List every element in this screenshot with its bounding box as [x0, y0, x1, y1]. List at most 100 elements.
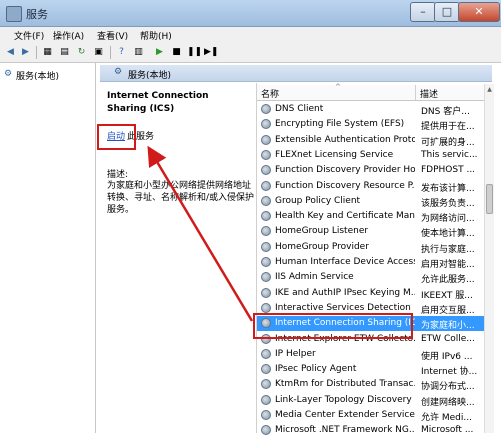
- vertical-scrollbar[interactable]: ▲: [484, 84, 494, 433]
- title-bar: 服务 – □ ✕: [0, 0, 501, 27]
- console-tree: ⚙ 服务(本地): [0, 63, 96, 433]
- list-item[interactable]: HomeGroup Provider 执行与家庭...: [257, 240, 487, 255]
- column-header-description[interactable]: 描述: [420, 87, 438, 100]
- minimize-button[interactable]: –: [410, 2, 436, 22]
- service-name: Group Policy Client: [275, 195, 361, 206]
- services-node-icon: ⚙: [4, 69, 13, 79]
- service-gear-icon: [261, 364, 271, 375]
- service-gear-icon: [261, 180, 271, 191]
- column-divider[interactable]: [415, 85, 416, 100]
- pause-service-icon[interactable]: ❚❚: [187, 46, 202, 58]
- scrollbar-thumb[interactable]: [486, 184, 493, 214]
- scroll-up-arrow-icon[interactable]: ▲: [485, 86, 494, 93]
- column-header-name[interactable]: 名称: [261, 87, 279, 100]
- service-description-cell: DNS 客户...: [421, 107, 470, 117]
- list-item[interactable]: IPsec Policy Agent Internet 协...: [257, 362, 487, 377]
- services-list: ^ 名称 描述 DNS Client DNS 客户... Encrypting Fi…: [256, 83, 493, 436]
- service-name: HomeGroup Listener: [275, 226, 369, 237]
- service-gear-icon: [261, 134, 271, 145]
- list-item[interactable]: IKE and AuthIP IPsec Keying M... IKEEXT 服…: [257, 286, 487, 301]
- tree-node-services-local[interactable]: 服务(本地): [16, 69, 59, 82]
- service-description-cell: 为网络访问...: [421, 214, 475, 225]
- list-item[interactable]: Health Key and Certificate Man... 为网络访问..…: [257, 209, 487, 224]
- stop-service-icon[interactable]: ■: [170, 46, 183, 58]
- service-description-cell: 为家庭和小...: [421, 321, 475, 332]
- services-header-icon: ⚙: [114, 67, 123, 77]
- service-name: Function Discovery Resource P...: [275, 180, 415, 191]
- service-description-cell: 启用对智能...: [421, 260, 475, 270]
- service-description: 为家庭和小型办公网络提供网络地址转换、寻址、名称解析和/或入侵保护服务。: [107, 181, 255, 215]
- window-title: 服务: [26, 8, 48, 21]
- list-item[interactable]: Group Policy Client 该服务负责...: [257, 194, 487, 209]
- export-list-icon[interactable]: ▤: [58, 46, 71, 58]
- list-item[interactable]: Function Discovery Resource P... 发布该计算...: [257, 179, 487, 194]
- service-description-cell: 发布该计算...: [421, 183, 475, 194]
- service-description-cell: 创建网络映...: [421, 397, 475, 408]
- menu-view[interactable]: 查看(V): [97, 29, 128, 42]
- back-arrow-icon[interactable]: ◀: [4, 46, 17, 58]
- list-item[interactable]: KtmRm for Distributed Transac... 协调分布式...: [257, 377, 487, 392]
- help-icon[interactable]: ?: [115, 46, 128, 58]
- service-description-cell: 允许此服务...: [421, 275, 475, 286]
- services-app-icon: [6, 6, 22, 22]
- list-item[interactable]: IP Helper 使用 IPv6 ...: [257, 347, 487, 362]
- list-item[interactable]: FLEXnet Licensing Service This servic...: [257, 148, 487, 163]
- list-item[interactable]: DNS Client DNS 客户...: [257, 102, 487, 117]
- service-name: Interactive Services Detection: [275, 302, 411, 313]
- close-button[interactable]: ✕: [458, 2, 500, 22]
- toolbar-separator: [110, 46, 111, 59]
- service-name: Function Discovery Provider Host: [275, 165, 415, 176]
- service-description-cell: This servic...: [421, 149, 478, 160]
- list-item[interactable]: Function Discovery Provider Host FDPHOST …: [257, 163, 487, 178]
- service-description-cell: 启用交互服...: [421, 305, 475, 316]
- console-tree-icon[interactable]: ▦: [41, 46, 54, 58]
- pane-header: ⚙ 服务(本地): [100, 65, 492, 82]
- service-name: FLEXnet Licensing Service: [275, 149, 394, 160]
- service-gear-icon: [261, 394, 271, 405]
- service-description-cell: Microsoft ...: [421, 425, 474, 436]
- highlight-box-start-link: [97, 124, 136, 150]
- service-gear-icon: [261, 149, 271, 160]
- list-item[interactable]: Media Center Extender Service 允许 Medi...: [257, 408, 487, 423]
- service-name: Media Center Extender Service: [275, 410, 415, 420]
- service-description-cell: 协调分布式...: [421, 382, 475, 393]
- list-item[interactable]: HomeGroup Listener 使本地计算...: [257, 224, 487, 239]
- restart-service-icon[interactable]: ▶❚: [204, 46, 218, 58]
- service-description-cell: 可扩展的身...: [421, 137, 475, 148]
- list-item[interactable]: Microsoft .NET Framework NG... Microsoft …: [257, 423, 487, 438]
- menu-help[interactable]: 帮助(H): [140, 29, 172, 42]
- service-name: Human Interface Device Access: [275, 257, 415, 267]
- view-icon[interactable]: ▥: [132, 46, 145, 58]
- list-item[interactable]: Extensible Authentication Proto... 可扩展的身.…: [257, 133, 487, 148]
- service-description-cell: 使用 IPv6 ...: [421, 351, 473, 362]
- menu-file[interactable]: 文件(F): [14, 29, 44, 42]
- service-gear-icon: [261, 425, 271, 436]
- service-description-cell: ETW Colle...: [421, 333, 475, 344]
- service-name: IPsec Policy Agent: [275, 364, 357, 375]
- service-name: HomeGroup Provider: [275, 241, 369, 252]
- service-description-cell: 该服务负责...: [421, 198, 475, 209]
- menu-action[interactable]: 操作(A): [53, 29, 84, 42]
- properties-icon[interactable]: ▣: [92, 46, 105, 58]
- list-item[interactable]: IIS Admin Service 允许此服务...: [257, 270, 487, 285]
- list-item[interactable]: Human Interface Device Access 启用对智能...: [257, 255, 487, 270]
- pane-header-label: 服务(本地): [128, 71, 172, 81]
- service-description-cell: 允许 Medi...: [421, 413, 472, 423]
- refresh-icon[interactable]: ↻: [75, 46, 88, 58]
- forward-arrow-icon[interactable]: ▶: [19, 46, 32, 58]
- service-description-cell: 执行与家庭...: [421, 244, 475, 255]
- service-gear-icon: [261, 104, 271, 114]
- start-service-icon[interactable]: ▶: [153, 46, 166, 58]
- menu-bar: 文件(F) 操作(A) 查看(V) 帮助(H): [0, 27, 501, 43]
- maximize-button[interactable]: □: [434, 2, 460, 22]
- service-name: DNS Client: [275, 104, 324, 114]
- list-item[interactable]: Encrypting File System (EFS) 提供用于在...: [257, 117, 487, 132]
- service-gear-icon: [261, 119, 271, 130]
- service-description-cell: FDPHOST ...: [421, 165, 476, 176]
- services-pane: ⚙ 服务(本地) Internet Connection Sharing (IC…: [97, 65, 493, 436]
- service-name: Encrypting File System (EFS): [275, 119, 405, 130]
- list-item[interactable]: Link-Layer Topology Discovery ... 创建网络映..…: [257, 393, 487, 408]
- toolbar-separator: [36, 46, 37, 59]
- service-gear-icon: [261, 211, 271, 222]
- service-gear-icon: [261, 257, 271, 267]
